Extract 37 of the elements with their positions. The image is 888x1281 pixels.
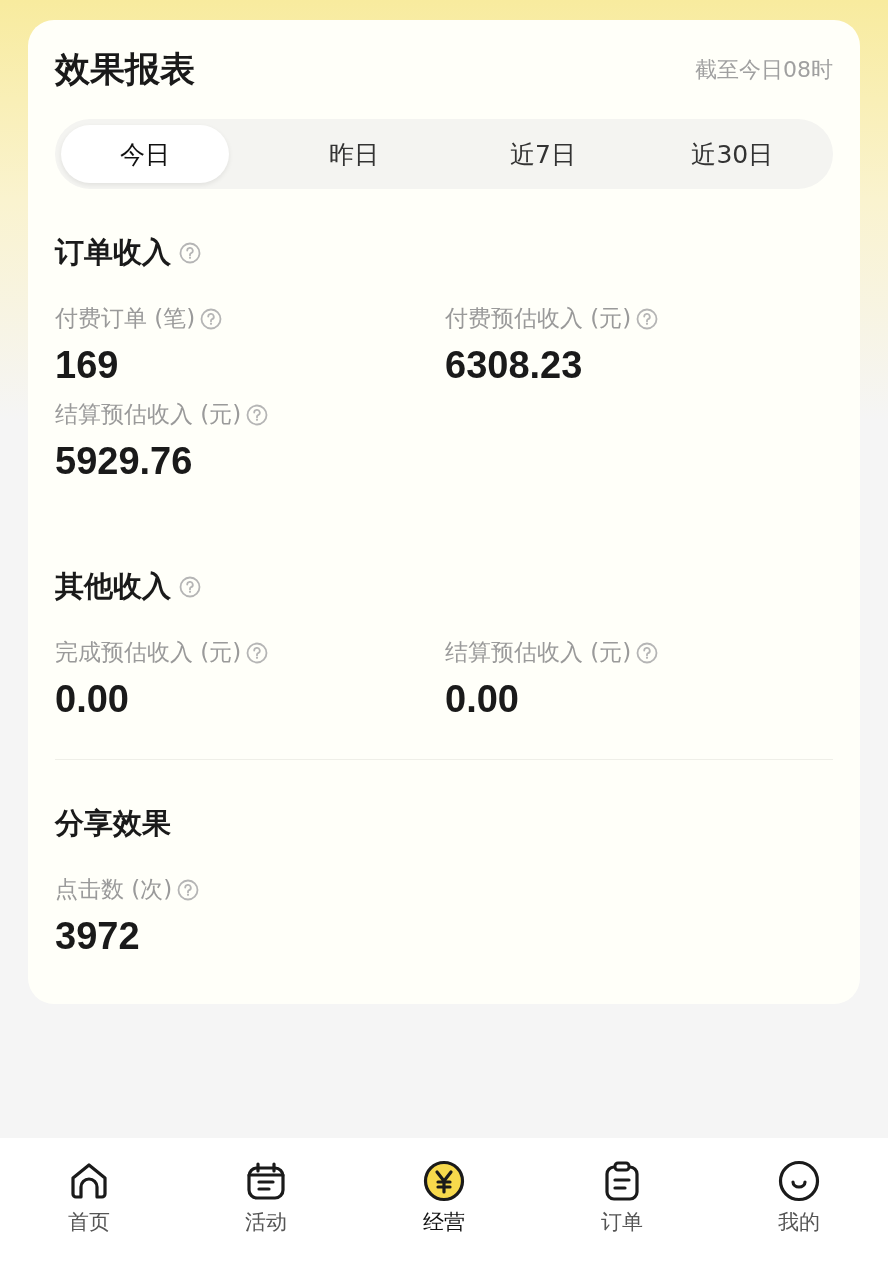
help-icon[interactable] bbox=[179, 576, 201, 598]
section-title: 订单收入 bbox=[55, 234, 171, 271]
nav-item[interactable]: 我的 bbox=[739, 1160, 860, 1281]
period-tab[interactable]: 近7日 bbox=[448, 125, 638, 183]
help-icon[interactable] bbox=[636, 307, 659, 330]
metric-label: 付费订单 (笔) bbox=[55, 304, 196, 333]
help-icon[interactable] bbox=[246, 641, 269, 664]
metric-label: 完成预估收入 (元) bbox=[55, 638, 242, 667]
metric-value: 5929.76 bbox=[55, 440, 193, 483]
metric-value: 3972 bbox=[55, 915, 140, 958]
help-icon[interactable] bbox=[200, 307, 223, 330]
period-tab[interactable]: 今日 bbox=[61, 125, 229, 183]
metric-value: 0.00 bbox=[55, 678, 129, 721]
metric-label: 结算预估收入 (元) bbox=[445, 638, 632, 667]
nav-item[interactable]: 经营 bbox=[384, 1160, 504, 1281]
metric-label: 点击数 (次) bbox=[55, 875, 173, 904]
nav-item[interactable]: 首页 bbox=[28, 1160, 149, 1281]
report-title: 效果报表 bbox=[55, 48, 195, 91]
section-title: 其他收入 bbox=[55, 568, 171, 605]
nav-item[interactable]: 活动 bbox=[206, 1160, 327, 1281]
metric-label: 付费预估收入 (元) bbox=[445, 304, 632, 333]
metric-value: 0.00 bbox=[445, 678, 519, 721]
help-icon[interactable] bbox=[636, 641, 659, 664]
update-time: 截至今日08时 bbox=[695, 55, 833, 84]
metric-label: 结算预估收入 (元) bbox=[55, 400, 242, 429]
smiley-icon bbox=[778, 1160, 821, 1202]
yen-coin-icon bbox=[423, 1160, 465, 1202]
help-icon[interactable] bbox=[177, 878, 200, 901]
period-tab[interactable]: 近30日 bbox=[637, 125, 827, 183]
calendar-icon bbox=[245, 1160, 288, 1202]
period-tab[interactable]: 昨日 bbox=[259, 125, 449, 183]
metric-value: 6308.23 bbox=[445, 344, 583, 387]
help-icon[interactable] bbox=[246, 403, 269, 426]
nav-item[interactable]: 订单 bbox=[561, 1160, 682, 1281]
section-title: 分享效果 bbox=[55, 805, 171, 842]
help-icon[interactable] bbox=[179, 242, 201, 264]
metric-value: 169 bbox=[55, 344, 119, 387]
